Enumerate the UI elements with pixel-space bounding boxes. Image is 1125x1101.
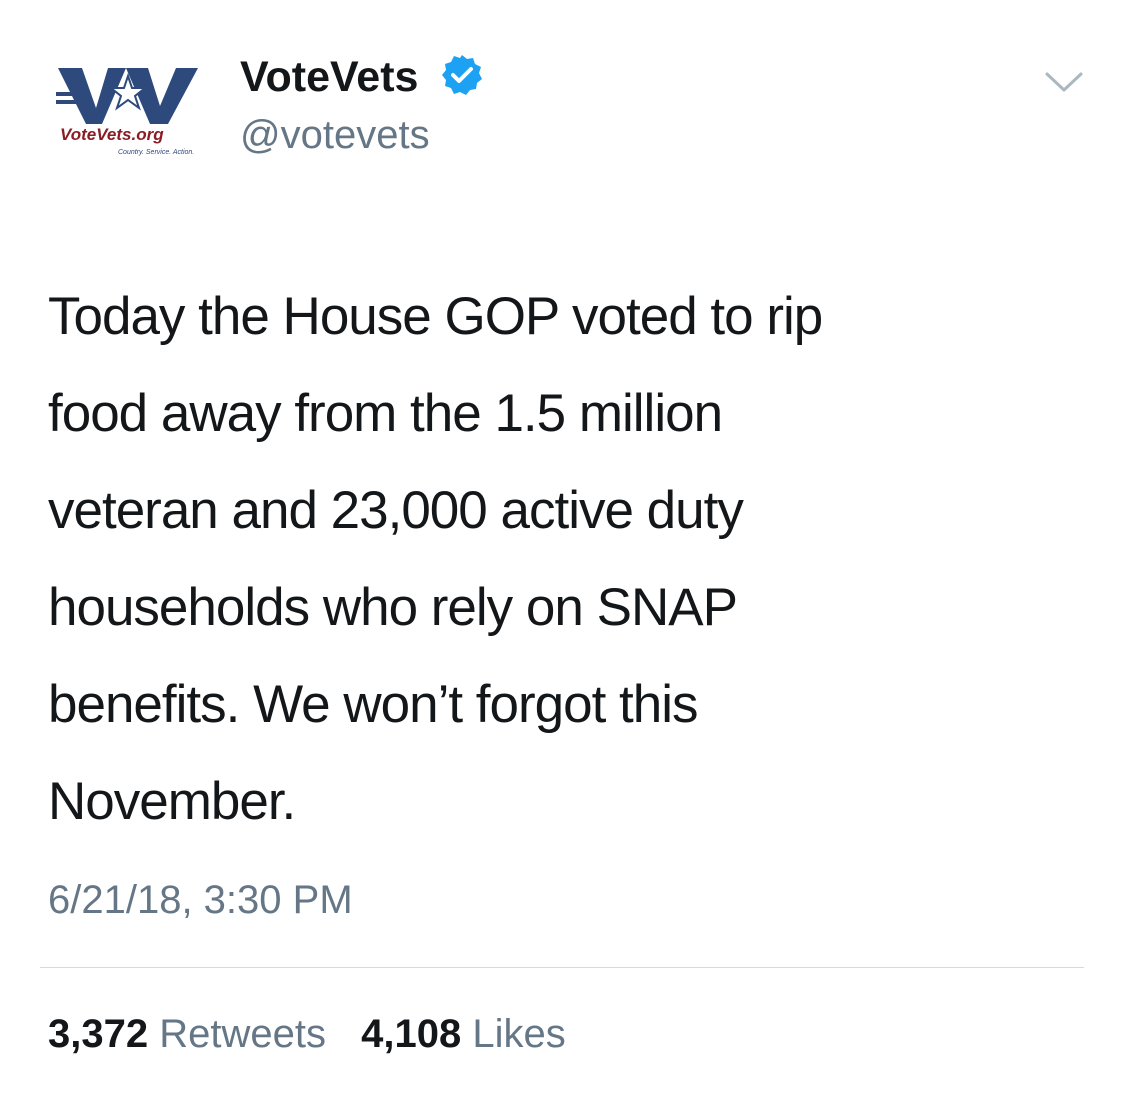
likes-label: Likes	[472, 1012, 566, 1056]
avatar[interactable]: VoteVets.org Country. Service. Action.	[52, 62, 200, 162]
votevets-logo: VoteVets.org Country. Service. Action.	[56, 68, 198, 156]
tweet-timestamp[interactable]: 6/21/18, 3:30 PM	[48, 876, 353, 924]
tweet-stats: 3,372 Retweets 4,108 Likes	[48, 1010, 590, 1058]
user-handle[interactable]: @votevets	[240, 112, 430, 158]
logo-wordmark: VoteVets.org	[60, 125, 164, 144]
tweet-text: Today the House GOP voted to rip food aw…	[48, 287, 823, 831]
retweets-count: 3,372	[48, 1012, 149, 1056]
display-name[interactable]: VoteVets	[240, 52, 484, 102]
retweets-label: Retweets	[159, 1012, 326, 1056]
display-name-text[interactable]: VoteVets	[240, 53, 418, 101]
verified-badge-icon	[440, 53, 484, 97]
logo-tagline: Country. Service. Action.	[118, 149, 194, 156]
likes-count: 4,108	[361, 1012, 462, 1056]
retweets-stat[interactable]: 3,372 Retweets	[48, 1010, 326, 1058]
divider	[40, 967, 1084, 968]
likes-stat[interactable]: 4,108 Likes	[361, 1010, 566, 1058]
chevron-down-icon[interactable]	[1043, 68, 1085, 98]
